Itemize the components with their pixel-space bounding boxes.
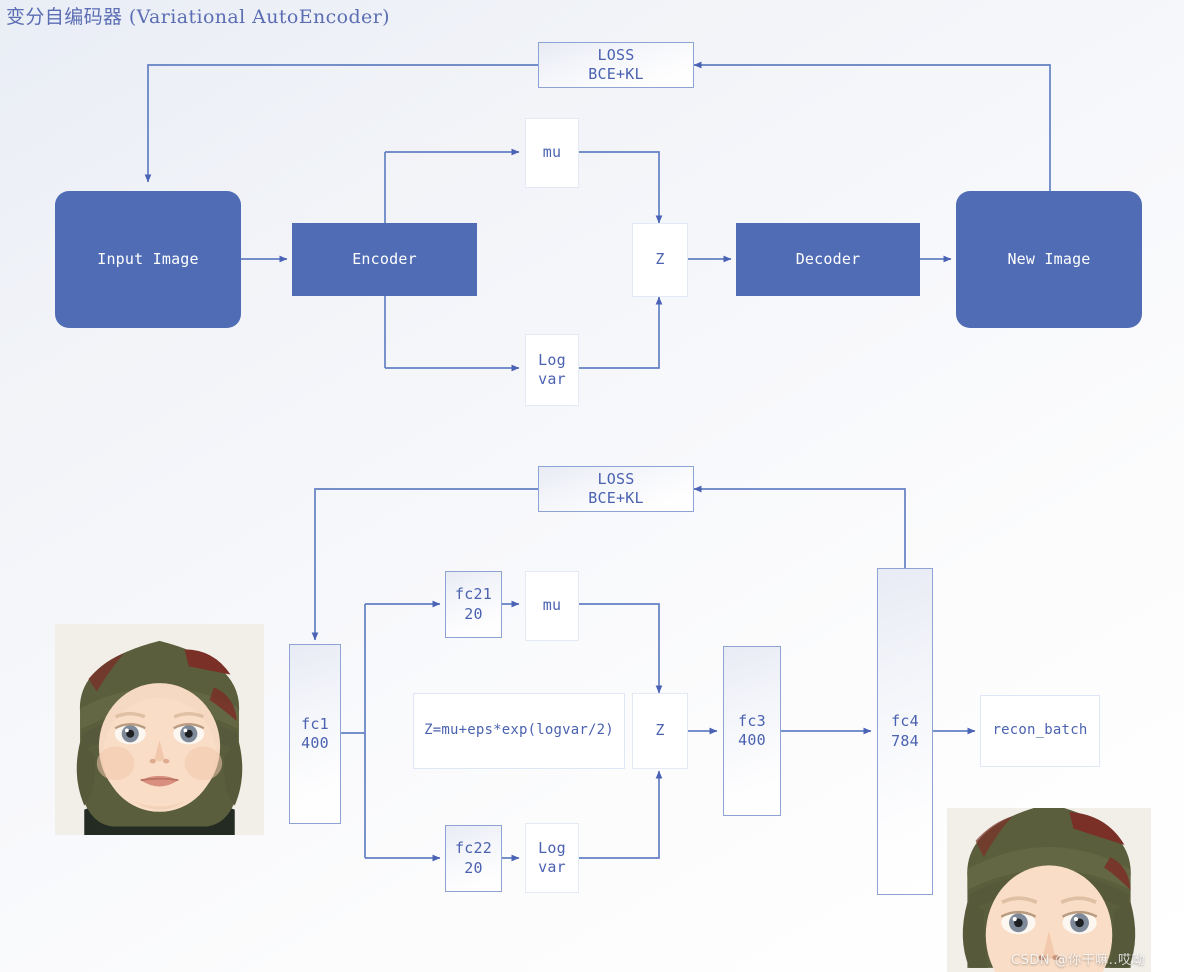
top-encoder-label: Encoder (352, 249, 417, 268)
bottom-z-label: Z (655, 721, 665, 740)
reparam-formula-node[interactable]: Z=mu+eps*exp(logvar/2) (413, 693, 625, 769)
fc4-line1: fc4 (891, 712, 919, 731)
top-decoder-node[interactable]: Decoder (736, 223, 920, 296)
recon-batch-node[interactable]: recon_batch (980, 695, 1100, 767)
output-photo-image (947, 808, 1151, 972)
top-encoder-node[interactable]: Encoder (292, 223, 477, 296)
top-input-image-label: Input Image (97, 249, 199, 268)
top-z-node[interactable]: Z (632, 223, 688, 297)
recon-batch-label: recon_batch (992, 722, 1088, 739)
top-loss-line1: LOSS (597, 45, 635, 64)
top-decoder-label: Decoder (795, 249, 861, 268)
fc21-line2: 20 (464, 604, 483, 623)
fc3-line2: 400 (738, 731, 766, 749)
fc1-node[interactable]: fc1 400 (289, 644, 341, 824)
input-photo (55, 624, 264, 835)
fc22-node[interactable]: fc22 20 (445, 825, 502, 892)
bottom-logvar-node[interactable]: Log var (525, 823, 579, 893)
bottom-logvar-line1: Log (538, 838, 566, 857)
top-mu-node[interactable]: mu (525, 118, 579, 188)
fc1-line2: 400 (301, 734, 329, 752)
top-logvar-node[interactable]: Log var (525, 334, 579, 406)
fc3-line1: fc3 (738, 711, 766, 730)
bottom-loss-line2: BCE+KL (588, 489, 644, 507)
bottom-mu-label: mu (542, 596, 562, 615)
bottom-mu-node[interactable]: mu (525, 571, 579, 641)
fc22-line2: 20 (464, 858, 483, 877)
bottom-z-node[interactable]: Z (632, 693, 688, 769)
fc3-node[interactable]: fc3 400 (723, 646, 781, 816)
top-mu-label: mu (542, 143, 562, 162)
diagram-canvas: 变分自编码器 (Variational AutoEncoder) LOSS BC… (0, 0, 1184, 972)
page-title: 变分自编码器 (Variational AutoEncoder) (6, 6, 390, 28)
top-loss-line2: BCE+KL (588, 65, 644, 83)
bottom-logvar-line2: var (538, 858, 566, 876)
top-new-image-node[interactable]: New Image (956, 191, 1142, 328)
fc4-line2: 784 (891, 731, 919, 750)
fc1-line1: fc1 (301, 714, 329, 733)
top-logvar-line1: Log (538, 350, 566, 369)
bottom-loss-node[interactable]: LOSS BCE+KL (538, 466, 694, 512)
top-loss-node[interactable]: LOSS BCE+KL (538, 42, 694, 88)
top-input-image-node[interactable]: Input Image (55, 191, 241, 328)
fc4-node[interactable]: fc4 784 (877, 568, 933, 895)
top-new-image-label: New Image (1007, 249, 1091, 268)
fc21-node[interactable]: fc21 20 (445, 571, 502, 638)
top-z-label: Z (655, 250, 665, 269)
output-photo: CSDN @你干嘛..哎呦 (947, 808, 1151, 972)
reparam-formula-label: Z=mu+eps*exp(logvar/2) (424, 722, 614, 739)
bottom-loss-line1: LOSS (597, 469, 635, 488)
fc21-line1: fc21 (455, 585, 492, 604)
top-logvar-line2: var (538, 370, 566, 388)
input-photo-image (55, 624, 264, 835)
fc22-line1: fc22 (455, 839, 492, 858)
